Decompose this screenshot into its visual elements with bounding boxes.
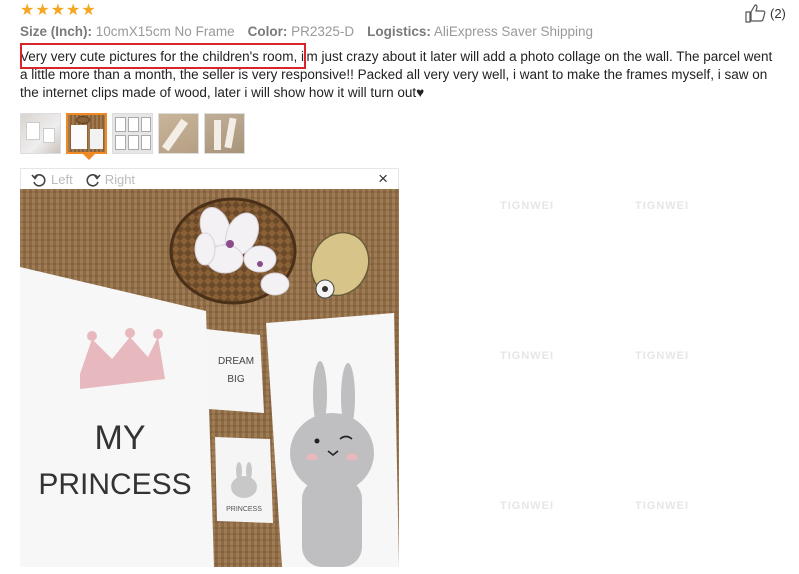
poster-title-line2: PRINCESS [38,468,191,501]
card-dream-line2: BIG [227,374,244,385]
review-thumbnails [20,113,245,154]
active-thumbnail-caret [83,154,95,160]
color-value: PR2325-D [291,24,355,39]
watermark-text: TIGNWEI [500,350,555,362]
review-photo-illustration: MY PRINCESS DREAM BIG PRINCESS [20,189,399,567]
watermark-text: TIGNWEI [635,200,690,212]
review-meta: Size (Inch): 10cmX15cm No Frame Color: P… [20,24,593,39]
helpful-count: (2) [770,5,786,21]
rotate-right-button[interactable]: Right [85,172,135,188]
review-text: Very very cute pictures for the children… [20,49,773,100]
poster-title-line1: MY [95,419,146,457]
watermark-text: TIGNWEI [500,200,555,212]
rotate-left-label: Left [51,172,73,187]
size-label: Size (Inch): [20,24,93,39]
rotate-left-button[interactable]: Left [31,172,73,188]
star-icon: ★ [20,2,35,19]
color-label: Color: [247,24,288,39]
thumbs-up-icon [745,4,766,23]
logistics-value: AliExpress Saver Shipping [433,24,593,39]
watermark-text: TIGNWEI [635,350,690,362]
review-thumbnail[interactable] [20,113,61,154]
review-photo: MY PRINCESS DREAM BIG PRINCESS [20,189,399,567]
rotate-right-icon [86,173,101,187]
card-princess-text: PRINCESS [226,506,262,513]
star-icon: ★ [81,2,96,19]
watermark-text: TIGNWEI [635,500,690,512]
close-viewer-button[interactable]: × [378,170,388,188]
review-thumbnail[interactable] [158,113,199,154]
review-thumbnail-active[interactable] [66,113,107,154]
size-info: Size (Inch): 10cmX15cm No Frame [20,24,235,39]
star-icon: ★ [35,2,50,19]
rating-stars: ★ ★ ★ ★ ★ [20,3,96,19]
helpful-button[interactable]: (2) [745,3,786,23]
star-icon: ★ [66,2,81,19]
size-value: 10cmX15cm No Frame [95,24,235,39]
image-viewer-toolbar: Left Right × [20,168,399,190]
review-thumbnail[interactable] [112,113,153,154]
logistics-info: Logistics: AliExpress Saver Shipping [367,24,593,39]
logistics-label: Logistics: [367,24,431,39]
star-icon: ★ [50,2,66,19]
review-thumbnail[interactable] [204,113,245,154]
rotate-right-label: Right [104,172,136,187]
color-info: Color: PR2325-D [248,24,355,39]
watermark-text: TIGNWEI [500,500,555,512]
rotate-left-icon [31,173,46,187]
card-dream-line1: DREAM [218,356,254,367]
